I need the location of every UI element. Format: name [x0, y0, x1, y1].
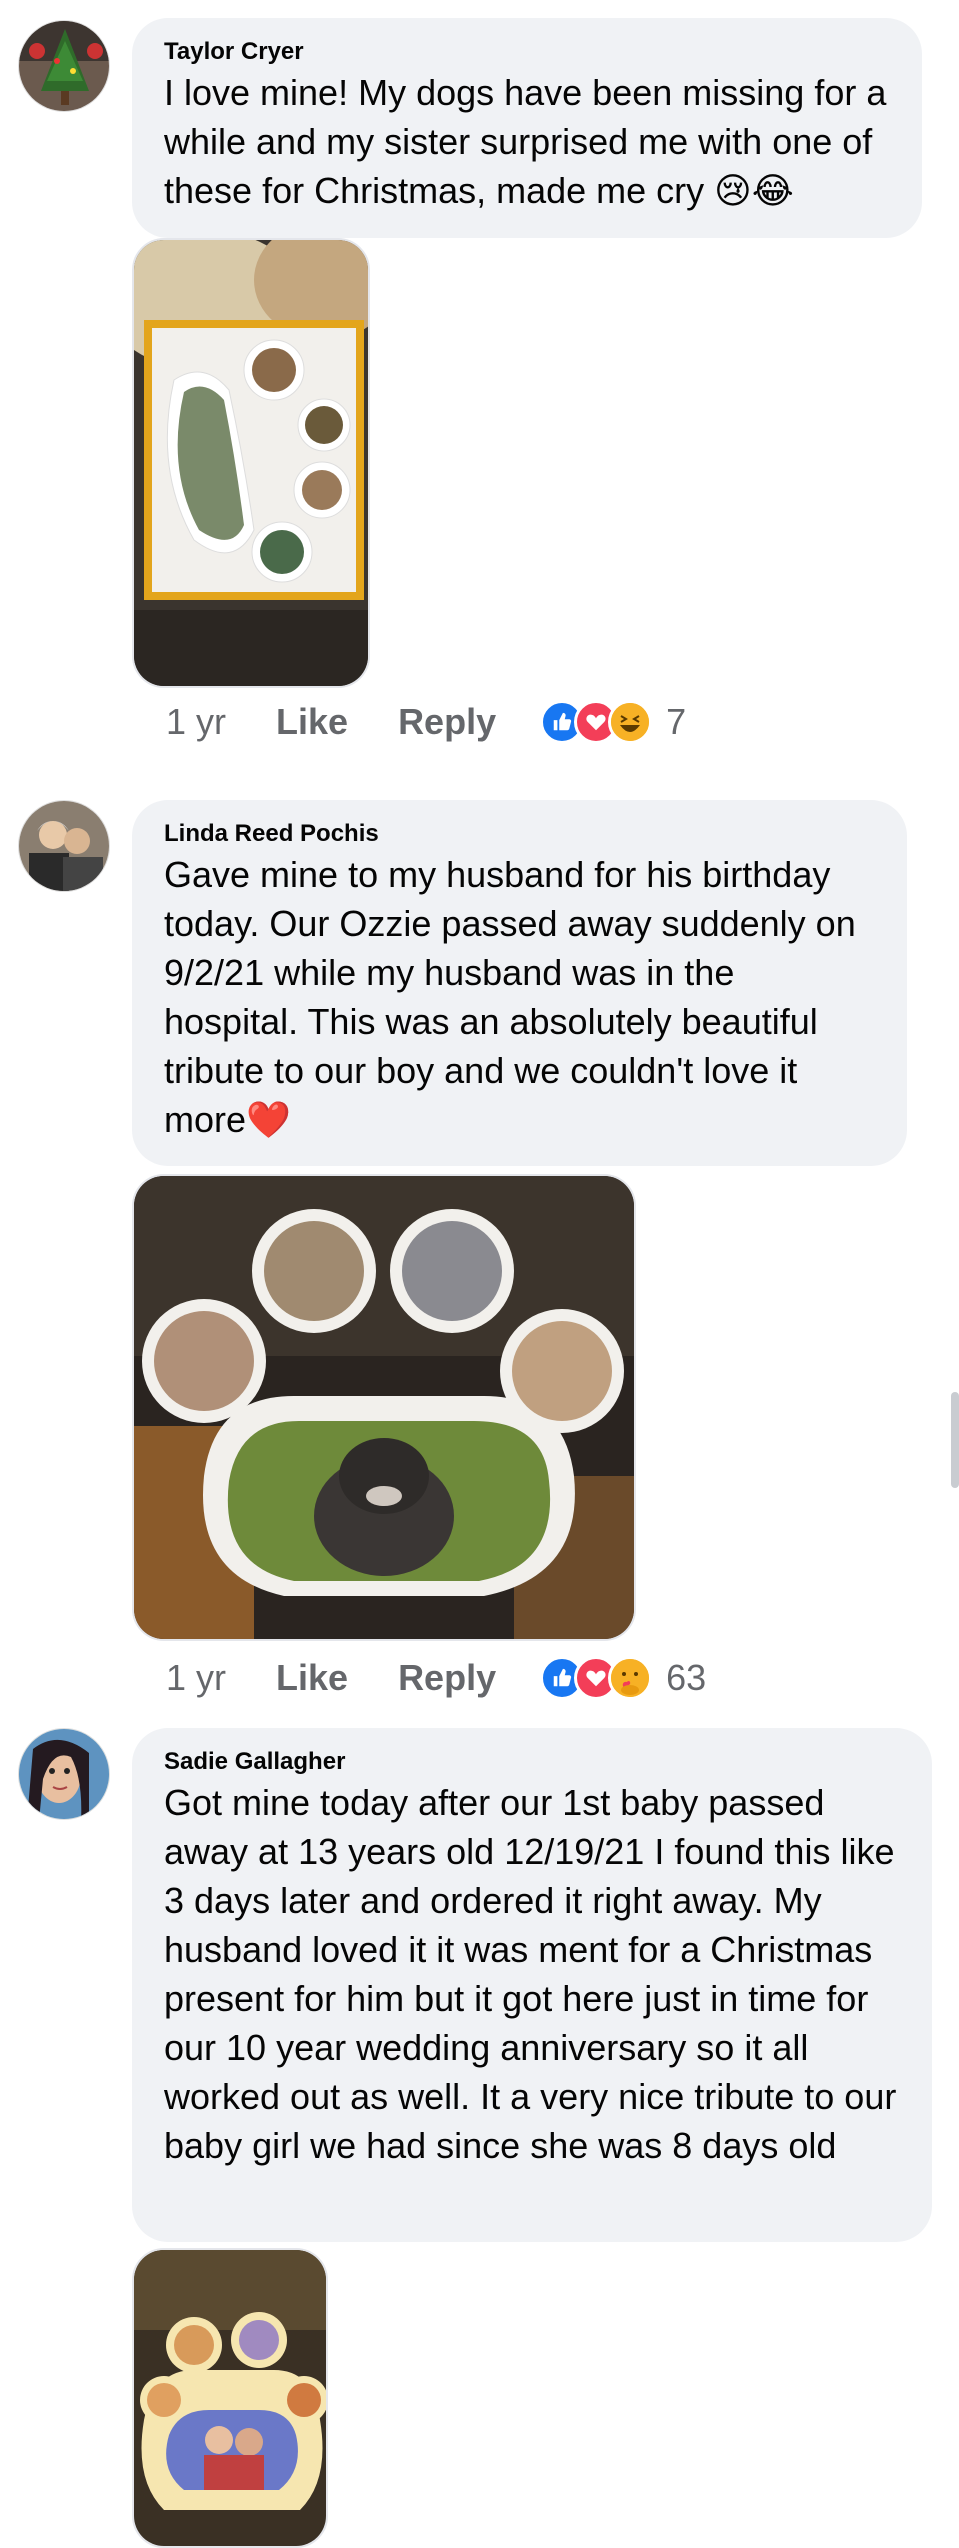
avatar[interactable]	[18, 20, 110, 112]
reaction-count[interactable]: 7	[666, 701, 686, 743]
avatar[interactable]	[18, 800, 110, 892]
care-icon	[608, 1656, 653, 1700]
comment-text: Got mine today after our 1st baby passed…	[164, 1782, 907, 2166]
comment-author[interactable]: Taylor Cryer	[164, 36, 890, 68]
reaction-count[interactable]: 63	[666, 1657, 706, 1699]
like-button[interactable]: Like	[276, 701, 348, 743]
scrollbar-thumb[interactable]	[951, 1392, 959, 1488]
comment-author[interactable]: Sadie Gallagher	[164, 1746, 900, 1778]
comment-bubble: Sadie Gallagher Got mine today after our…	[132, 1728, 932, 2242]
comment-time[interactable]: 1 yr	[166, 701, 226, 743]
comment-text: I love mine! My dogs have been missing f…	[164, 72, 897, 211]
comment-photo[interactable]	[132, 238, 370, 688]
comment-time[interactable]: 1 yr	[166, 1657, 226, 1699]
comment-actions: 1 yr Like Reply 7	[166, 694, 686, 750]
comment-bubble: Taylor Cryer I love mine! My dogs have b…	[132, 18, 922, 238]
avatar[interactable]	[18, 1728, 110, 1820]
haha-icon	[608, 700, 653, 744]
reply-button[interactable]: Reply	[398, 1657, 496, 1699]
comment-actions: 1 yr Like Reply 63	[166, 1650, 706, 1706]
reaction-summary[interactable]	[540, 1656, 653, 1700]
reply-button[interactable]: Reply	[398, 701, 496, 743]
like-button[interactable]: Like	[276, 1657, 348, 1699]
comment-text: Gave mine to my husband for his birthday…	[164, 854, 866, 1140]
comment-author[interactable]: Linda Reed Pochis	[164, 818, 875, 850]
reaction-summary[interactable]	[540, 700, 653, 744]
comment-bubble: Linda Reed Pochis Gave mine to my husban…	[132, 800, 907, 1166]
comment-photo[interactable]	[132, 1174, 636, 1641]
comment-photo[interactable]	[132, 2248, 328, 2548]
